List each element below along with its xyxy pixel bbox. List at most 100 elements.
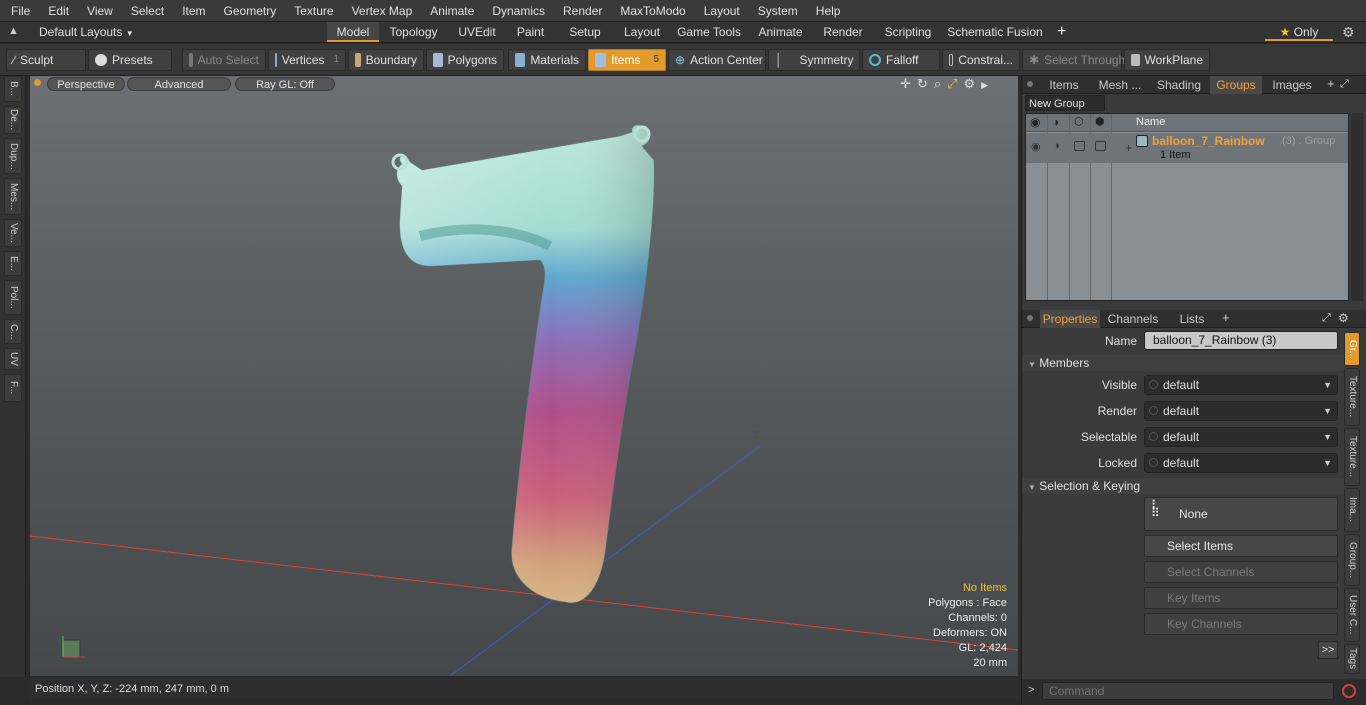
menu-dynamics[interactable]: Dynamics: [483, 0, 554, 22]
locked-dropdown[interactable]: default ▼: [1144, 453, 1338, 473]
constraints-button[interactable]: Constrai...: [942, 49, 1020, 71]
auto-select-button[interactable]: Auto Select: [182, 49, 266, 71]
groups-tab-4[interactable]: Images: [1266, 76, 1318, 94]
gear-icon[interactable]: ⚙: [1342, 22, 1355, 42]
panel-menu-icon[interactable]: [1027, 315, 1033, 321]
menu-texture[interactable]: Texture: [285, 0, 342, 22]
tab-topology[interactable]: Topology: [381, 22, 446, 42]
menu-item[interactable]: Item: [173, 0, 214, 22]
add-tab-icon[interactable]: +: [1057, 22, 1066, 42]
menu-edit[interactable]: Edit: [39, 0, 78, 22]
menu-animate[interactable]: Animate: [421, 0, 483, 22]
groups-tab-1[interactable]: Mesh ...: [1090, 76, 1150, 94]
action-center-button[interactable]: ⊕ Action Center: [668, 49, 766, 71]
groups-tab-0[interactable]: Items: [1040, 76, 1088, 94]
none-button[interactable]: ⠇ ⠿ None: [1144, 497, 1338, 531]
members-section-header[interactable]: ▼ Members: [1022, 355, 1344, 371]
left-tab-4[interactable]: Ve...: [4, 219, 22, 247]
tab-model[interactable]: Model: [327, 22, 379, 42]
new-group-button[interactable]: New Group: [1025, 95, 1105, 111]
tab-game-tools[interactable]: Game Tools: [669, 22, 749, 42]
groups-tab-3[interactable]: Groups: [1210, 76, 1262, 94]
left-tab-0[interactable]: B...: [4, 76, 22, 102]
workplane-button[interactable]: WorkPlane: [1124, 49, 1210, 71]
items-button[interactable]: Items 5: [588, 49, 666, 71]
menu-vertex-map[interactable]: Vertex Map: [343, 0, 422, 22]
tab-animate[interactable]: Animate: [751, 22, 810, 42]
tab-layout[interactable]: Layout: [617, 22, 667, 42]
left-tab-7[interactable]: C...: [4, 319, 22, 344]
menu-maxtomodo[interactable]: MaxToModo: [611, 0, 694, 22]
vertices-button[interactable]: Vertices 1: [268, 49, 346, 71]
tab-schematic-fusion[interactable]: Schematic Fusion: [942, 22, 1048, 42]
properties-tab-channels[interactable]: Channels: [1104, 310, 1162, 328]
left-tab-6[interactable]: Pol...: [4, 280, 22, 315]
left-tab-3[interactable]: Mes...: [4, 178, 22, 215]
key-channels-button[interactable]: Key Channels: [1144, 613, 1338, 635]
right-tab-6[interactable]: Tags: [1344, 644, 1360, 674]
group-select-icon[interactable]: [1095, 141, 1106, 151]
menu-help[interactable]: Help: [807, 0, 850, 22]
groups-scrollbar[interactable]: [1351, 113, 1363, 301]
presets-button[interactable]: Presets: [88, 49, 172, 71]
group-row[interactable]: ◉ ◑ + balloon_7_Rainbow (3) : Group 1 It…: [1026, 133, 1348, 163]
visible-dropdown[interactable]: default ▼: [1144, 375, 1338, 395]
layout-icon[interactable]: ▲: [8, 25, 19, 37]
left-tab-8[interactable]: UV: [4, 348, 22, 370]
groups-tab-2[interactable]: Shading: [1154, 76, 1204, 94]
right-tab-0[interactable]: Gr...: [1344, 332, 1360, 366]
right-tab-2[interactable]: Texture...: [1344, 428, 1360, 486]
gear-icon[interactable]: ⚙: [1338, 310, 1349, 326]
render-dropdown[interactable]: default ▼: [1144, 401, 1338, 421]
more-button[interactable]: >>: [1318, 641, 1338, 659]
layout-dropdown[interactable]: Default Layouts ▼: [39, 22, 134, 44]
right-tab-4[interactable]: Group...: [1344, 534, 1360, 586]
add-tab-icon[interactable]: +: [1222, 310, 1230, 326]
menu-geometry[interactable]: Geometry: [215, 0, 286, 22]
right-tab-5[interactable]: User C...: [1344, 588, 1360, 642]
symmetry-button[interactable]: │ Symmetry: [768, 49, 860, 71]
menu-layout[interactable]: Layout: [695, 0, 749, 22]
expand-icon[interactable]: ⤢: [1340, 76, 1349, 92]
tab-render[interactable]: Render: [812, 22, 874, 42]
materials-button[interactable]: Materials: [508, 49, 586, 71]
boundary-button[interactable]: Boundary: [348, 49, 424, 71]
name-field[interactable]: balloon_7_Rainbow (3): [1144, 331, 1338, 350]
menu-system[interactable]: System: [749, 0, 807, 22]
select-channels-button[interactable]: Select Channels: [1144, 561, 1338, 583]
only-toggle[interactable]: ★ Only: [1265, 23, 1333, 41]
left-tab-1[interactable]: De...: [4, 106, 22, 134]
menu-select[interactable]: Select: [122, 0, 173, 22]
group-lock-icon[interactable]: [1074, 141, 1085, 151]
tab-paint[interactable]: Paint: [508, 22, 553, 42]
menu-render[interactable]: Render: [554, 0, 611, 22]
command-input[interactable]: [1042, 682, 1334, 700]
tab-setup[interactable]: Setup: [555, 22, 615, 42]
properties-tab-lists[interactable]: Lists: [1166, 310, 1218, 328]
menu-view[interactable]: View: [78, 0, 122, 22]
tab-uvedit[interactable]: UVEdit: [448, 22, 506, 42]
panel-menu-icon[interactable]: [1027, 81, 1033, 87]
right-tab-3[interactable]: Ima...: [1344, 488, 1360, 532]
polygons-button[interactable]: Polygons: [426, 49, 504, 71]
record-icon[interactable]: [1342, 684, 1356, 698]
balloon-seven-model[interactable]: [391, 124, 655, 604]
left-tab-9[interactable]: F...: [4, 374, 22, 402]
sculpt-button[interactable]: ∕ Sculpt: [6, 49, 86, 71]
menu-file[interactable]: File: [0, 0, 39, 22]
right-tab-1[interactable]: Texture...: [1344, 368, 1360, 426]
name-column-header[interactable]: Name: [1136, 116, 1165, 128]
falloff-button[interactable]: Falloff: [862, 49, 940, 71]
select-through-button[interactable]: ✱ Select Through: [1022, 49, 1125, 71]
select-items-button[interactable]: Select Items: [1144, 535, 1338, 557]
expand-icon[interactable]: ⤢: [1322, 310, 1331, 326]
key-items-button[interactable]: Key Items: [1144, 587, 1338, 609]
selectable-dropdown[interactable]: default ▼: [1144, 427, 1338, 447]
group-render-icon[interactable]: ◑: [1053, 140, 1060, 152]
selection-section-header[interactable]: ▼ Selection & Keying: [1022, 478, 1344, 494]
tab-scripting[interactable]: Scripting: [876, 22, 940, 42]
left-tab-5[interactable]: E...: [4, 251, 22, 276]
group-visible-icon[interactable]: ◉: [1031, 140, 1041, 153]
3d-viewport[interactable]: Perspective Advanced Ray GL: Off ✛↻⌕⤢⚙▶: [30, 76, 1018, 676]
properties-tab-properties[interactable]: Properties: [1040, 310, 1100, 328]
